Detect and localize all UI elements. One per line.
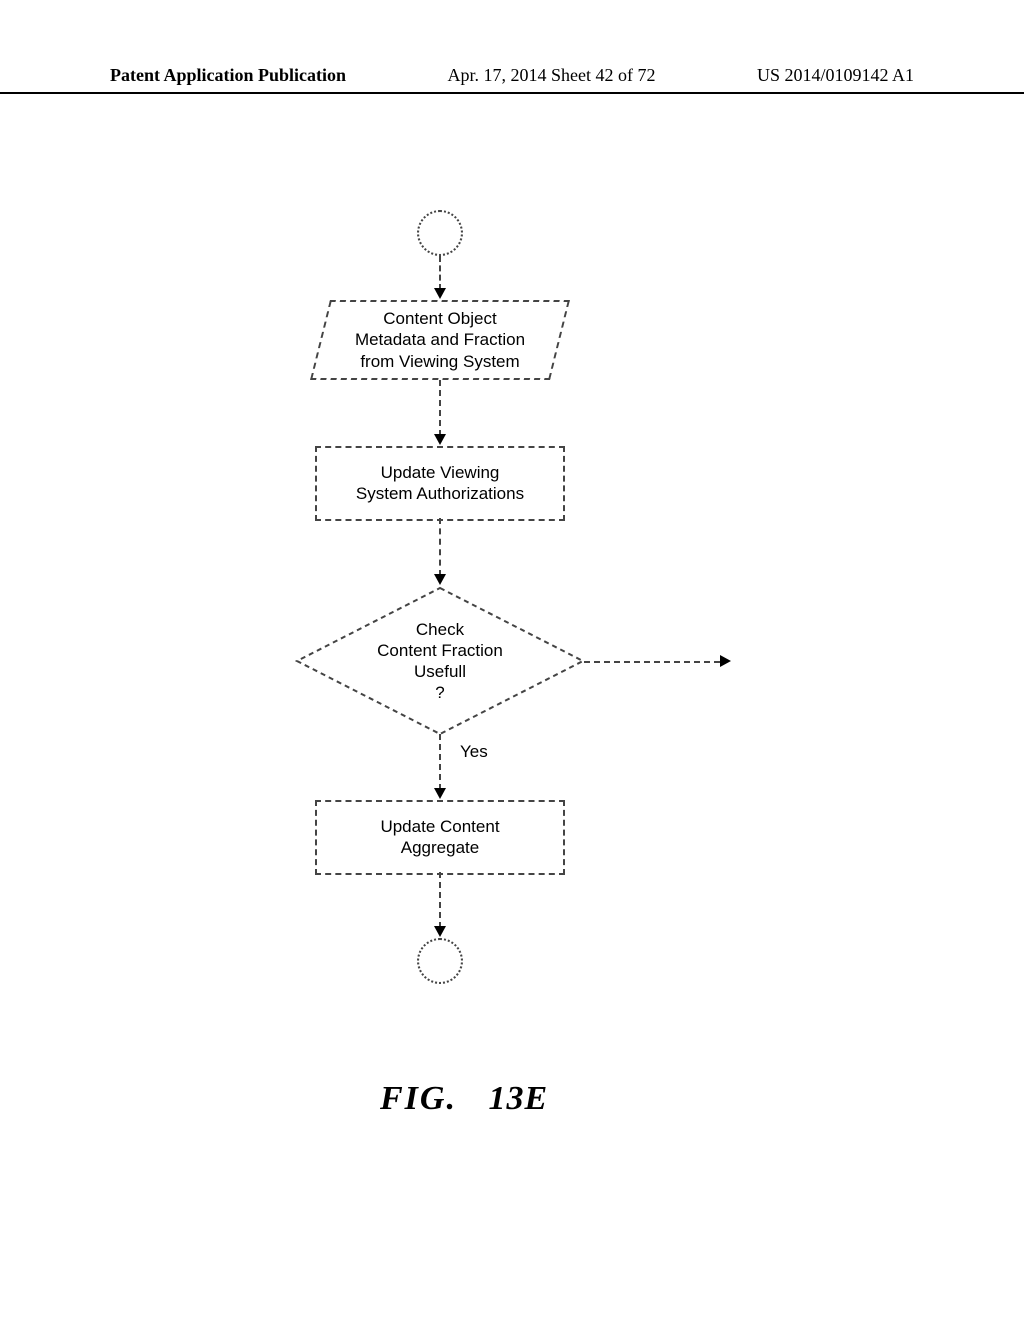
edge-input-to-p1 (439, 380, 441, 436)
flowchart: Content Object Metadata and Fraction fro… (0, 160, 1024, 1060)
figure-label: FIG. 13E (380, 1080, 548, 1118)
header-right: US 2014/0109142 A1 (757, 65, 914, 86)
arrowhead-icon (434, 788, 446, 799)
flow-process-update-aggregate: Update Content Aggregate (315, 800, 565, 875)
flow-decision-yes-label: Yes (460, 742, 488, 762)
flow-decision-line3: Usefull (414, 662, 466, 681)
flow-process-update-auth: Update Viewing System Authorizations (315, 446, 565, 521)
figure-label-number: 13E (488, 1080, 548, 1117)
flow-input: Content Object Metadata and Fraction fro… (320, 300, 560, 380)
arrowhead-icon (434, 926, 446, 937)
arrowhead-icon (434, 574, 446, 585)
flow-process2-line1: Update Content (380, 817, 499, 836)
figure-label-prefix: FIG. (380, 1080, 457, 1117)
start-terminator (417, 210, 463, 256)
arrowhead-icon (720, 655, 731, 667)
edge-start-to-input (439, 256, 441, 290)
flow-decision-line1: Check (416, 620, 464, 639)
flow-process1-line2: System Authorizations (356, 484, 524, 503)
edge-decision-to-p2 (439, 734, 441, 790)
flow-decision-line2: Content Fraction (377, 641, 503, 660)
header-left: Patent Application Publication (110, 65, 346, 86)
flow-decision-usefull: Check Content Fraction Usefull ? (295, 586, 585, 736)
flow-process2-line2: Aggregate (401, 838, 479, 857)
edge-decision-right (584, 661, 720, 663)
flow-input-line2: Metadata and Fraction (355, 330, 525, 349)
edge-p1-to-decision (439, 518, 441, 576)
header-center: Apr. 17, 2014 Sheet 42 of 72 (448, 65, 656, 86)
arrowhead-icon (434, 434, 446, 445)
flow-input-line3: from Viewing System (360, 352, 519, 371)
flow-input-line1: Content Object (383, 309, 496, 328)
end-terminator (417, 938, 463, 984)
arrowhead-icon (434, 288, 446, 299)
flow-process1-line1: Update Viewing (381, 463, 500, 482)
page-header: Patent Application Publication Apr. 17, … (0, 65, 1024, 94)
flow-decision-line4: ? (435, 683, 444, 702)
edge-p2-to-end (439, 872, 441, 928)
